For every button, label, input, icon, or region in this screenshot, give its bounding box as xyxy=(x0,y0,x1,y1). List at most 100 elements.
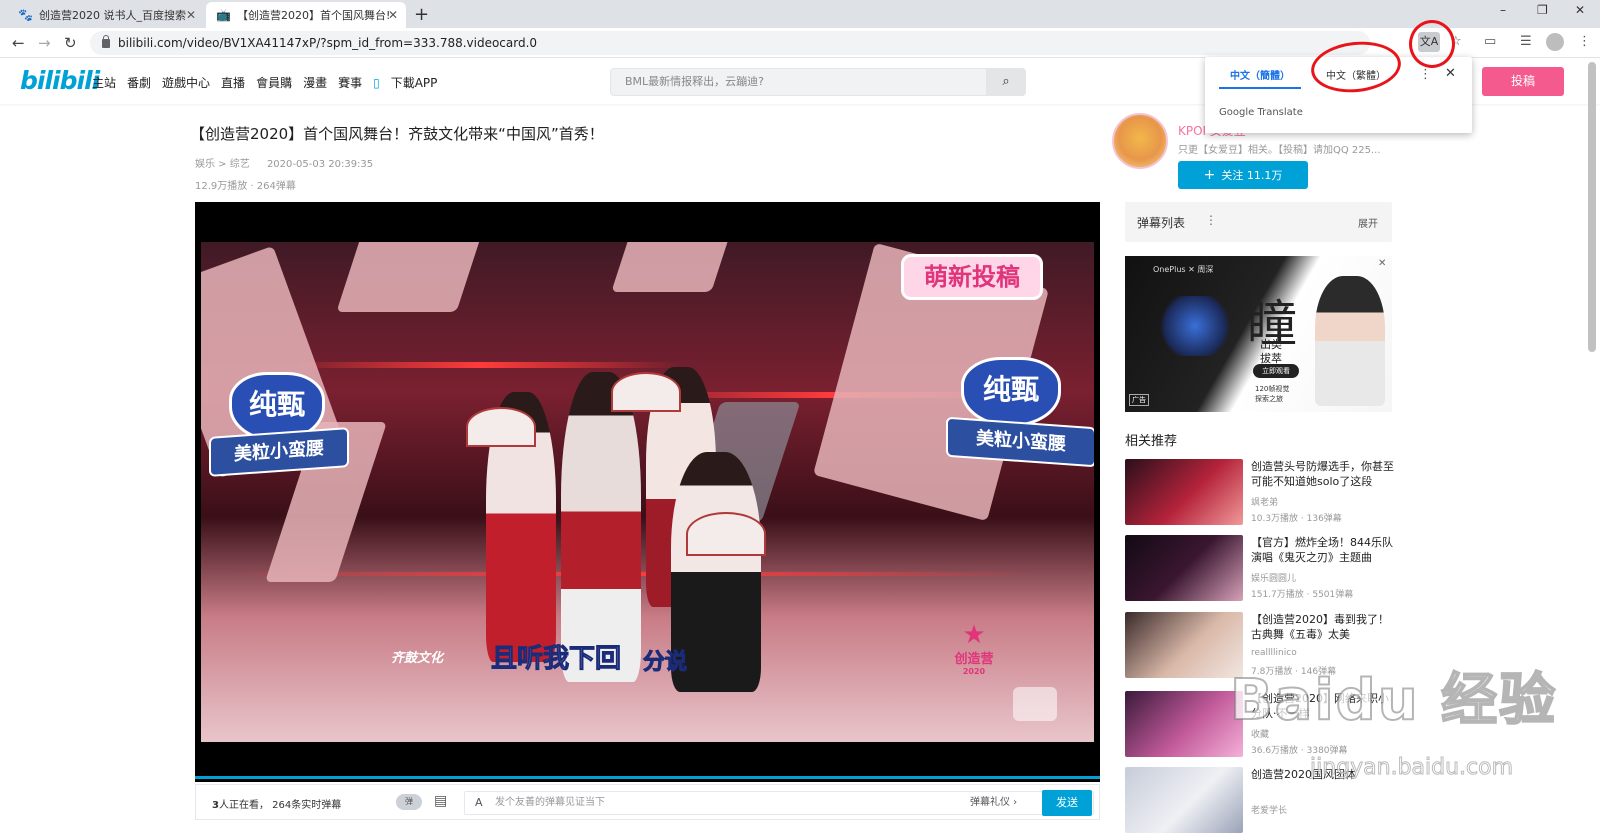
nav-item-live[interactable]: 直播 xyxy=(221,74,245,91)
send-danmaku-button[interactable]: 发送 xyxy=(1042,790,1092,816)
profile-avatar-icon[interactable] xyxy=(1546,33,1564,51)
more-kebab-icon[interactable]: ⋮ xyxy=(1205,213,1217,227)
follow-button[interactable]: + 关注 11.1万 xyxy=(1178,161,1308,189)
new-submission-badge: 萌新投稿 xyxy=(901,254,1043,300)
font-style-icon[interactable]: A xyxy=(475,792,483,814)
viewer-count: 3 xyxy=(212,800,219,811)
bilibili-tv-icon: 📺 xyxy=(216,8,231,22)
video-category[interactable]: 娱乐 > 综艺 xyxy=(195,159,250,170)
show-logo-name: 创造营 xyxy=(954,652,994,667)
danmaku-list-panel[interactable]: 弹幕列表 ⋮ 展开 xyxy=(1125,202,1392,242)
follow-label: 关注 11.1万 xyxy=(1221,169,1283,182)
ad-banner[interactable]: OnePlus ✕ 周深 瞳 出类 拔萃 立即观看 120帧视觉 探索之旅 广告… xyxy=(1125,256,1392,412)
viewer-label: 人正在看， xyxy=(218,800,269,811)
related-video-author[interactable]: 老爱学长 xyxy=(1251,803,1287,816)
danmaku-list-label: 弹幕列表 xyxy=(1137,216,1186,230)
related-video-title[interactable]: 创造营头号防爆选手，你甚至可能不知道她solo了这段 xyxy=(1251,459,1399,489)
paw-icon: 🐾 xyxy=(18,8,33,22)
lang-simplified-tab[interactable]: 中文（簡體） xyxy=(1219,65,1301,89)
back-arrow-icon[interactable]: ← xyxy=(12,34,25,52)
download-app-label: 下載APP xyxy=(390,76,438,90)
forward-arrow-icon[interactable]: → xyxy=(38,34,51,52)
play-icon[interactable] xyxy=(1013,687,1057,721)
related-video-author[interactable]: 飒老弟 xyxy=(1251,495,1278,508)
expand-button[interactable]: 展开 xyxy=(1358,215,1378,230)
reading-list-icon[interactable]: ☰ xyxy=(1520,34,1532,49)
upload-button[interactable]: 投稿 xyxy=(1482,67,1564,96)
ad-footer-1: 120帧视觉 xyxy=(1255,385,1290,393)
nav-item-member[interactable]: 會員購 xyxy=(256,74,292,91)
plus-icon: + xyxy=(1203,167,1216,183)
performer xyxy=(561,372,641,682)
subtitle-text: 且听我下回 xyxy=(490,644,622,675)
related-video-title[interactable]: 【创造营2020】毒到我了！古典舞《五毒》太美 xyxy=(1251,612,1399,642)
page-scrollbar[interactable] xyxy=(1588,62,1596,352)
cast-icon[interactable]: ▭ xyxy=(1484,34,1496,49)
video-stats: 12.9万播放 · 264弹幕 xyxy=(195,181,296,192)
ad-graphic xyxy=(1155,296,1235,356)
danmaku-settings-icon[interactable]: ▤ xyxy=(434,793,447,809)
ad-person xyxy=(1315,276,1385,406)
maximize-button[interactable]: ❐ xyxy=(1537,3,1548,17)
search-icon[interactable]: ⌕ xyxy=(986,68,1026,96)
minimize-button[interactable]: – xyxy=(1500,3,1506,17)
annotation-circle xyxy=(1409,20,1455,68)
nav-item-game[interactable]: 遊戲中心 xyxy=(162,74,210,91)
baidu-watermark: Baidu 经验 xyxy=(1229,667,1558,734)
close-icon[interactable]: ✕ xyxy=(388,8,398,22)
ad-footer-2: 探索之旅 xyxy=(1255,395,1283,403)
danmaku-placeholder: 发个友善的弹幕见证当下 xyxy=(495,797,605,808)
viewer-count-text: 3人正在看， 264条实时弹幕 xyxy=(212,796,341,811)
star-icon: ★ xyxy=(962,620,986,650)
menu-kebab-icon[interactable]: ⋮ xyxy=(1578,34,1591,49)
video-thumbnail[interactable] xyxy=(1125,612,1243,678)
nav-item-main[interactable]: 主站 xyxy=(92,74,116,91)
nav-item-anime[interactable]: 番劇 xyxy=(127,74,151,91)
sponsor-badge-right: 纯甄 xyxy=(961,357,1061,427)
video-player[interactable]: 纯甄 美粒小蛮腰 纯甄 美粒小蛮腰 萌新投稿 齐鼓文化 且听我下回 分说 ★ 创… xyxy=(195,202,1100,782)
video-frame: 纯甄 美粒小蛮腰 纯甄 美粒小蛮腰 萌新投稿 齐鼓文化 且听我下回 分说 ★ 创… xyxy=(201,242,1094,742)
google-translate-brand: Google Translate xyxy=(1219,107,1303,118)
video-thumbnail[interactable] xyxy=(1125,767,1243,833)
stage-light xyxy=(281,362,681,368)
uploader-description: 只更【女爱豆】相关。【投稿】请加QQ 225... xyxy=(1178,145,1381,156)
ad-cta-button[interactable]: 立即观看 xyxy=(1253,364,1299,378)
phone-icon: ▯ xyxy=(373,76,380,90)
close-icon[interactable]: ✕ xyxy=(1445,66,1456,81)
bilibili-logo[interactable]: bilibili xyxy=(20,66,100,95)
danmaku-toggle[interactable]: 弹 xyxy=(396,794,422,810)
search-input[interactable]: BML最新情报释出，云蹦迪? xyxy=(610,68,1025,96)
nav-item-events[interactable]: 賽事 xyxy=(338,74,362,91)
related-video-stats: 151.7万播放 · 5501弹幕 xyxy=(1251,590,1354,600)
close-window-button[interactable]: ✕ xyxy=(1575,3,1585,17)
related-video-item[interactable]: 创造营头号防爆选手，你甚至可能不知道她solo了这段 飒老弟 10.3万播放 ·… xyxy=(1125,459,1400,527)
baidu-watermark-url: jingyan.baidu.com xyxy=(1309,755,1514,781)
new-tab-button[interactable]: + xyxy=(414,4,429,25)
video-date: 2020-05-03 20:39:35 xyxy=(266,159,374,170)
browser-tab-baidu[interactable]: 🐾 创造营2020 说书人_百度搜索 ✕ xyxy=(8,2,204,28)
video-progress-bar[interactable] xyxy=(195,776,1100,779)
related-heading: 相关推荐 xyxy=(1125,434,1178,449)
video-thumbnail[interactable] xyxy=(1125,691,1243,757)
address-bar[interactable]: bilibili.com/video/BV1XA41147xP/?spm_id_… xyxy=(90,31,1370,55)
video-thumbnail[interactable] xyxy=(1125,459,1243,525)
video-thumbnail[interactable] xyxy=(1125,535,1243,601)
close-icon[interactable]: ✕ xyxy=(1378,258,1386,269)
danmaku-etiquette-link[interactable]: 弹幕礼仪 › xyxy=(970,792,1017,814)
nav-item-manga[interactable]: 漫畫 xyxy=(303,74,327,91)
show-logo: ★ 创造营 2020 xyxy=(939,622,1009,676)
close-icon[interactable]: ✕ xyxy=(186,8,196,22)
browser-tab-bilibili[interactable]: 📺 【创造营2020】首个国风舞台! ✕ xyxy=(206,2,406,28)
related-video-stats: 10.3万播放 · 136弹幕 xyxy=(1251,514,1342,524)
uploader-avatar[interactable] xyxy=(1112,113,1168,169)
danmaku-input[interactable]: A 发个友善的弹幕见证当下 弹幕礼仪 › xyxy=(464,791,1094,815)
reload-icon[interactable]: ↻ xyxy=(64,34,77,52)
options-kebab-icon[interactable]: ⋮ xyxy=(1419,67,1432,82)
folding-fan xyxy=(611,372,681,412)
related-video-author[interactable]: 娱乐圆圆儿 xyxy=(1251,571,1296,584)
related-video-item[interactable]: 【官方】燃炸全场！844乐队演唱《鬼灭之刃》主题曲 娱乐圆圆儿 151.7万播放… xyxy=(1125,535,1400,603)
ad-brand: OnePlus ✕ 周深 xyxy=(1153,265,1214,274)
danmaku-send-bar: 3人正在看， 264条实时弹幕 弹 ▤ A 发个友善的弹幕见证当下 弹幕礼仪 ›… xyxy=(195,784,1100,820)
nav-item-download-app[interactable]: ▯ 下載APP xyxy=(373,74,448,91)
related-video-title[interactable]: 【官方】燃炸全场！844乐队演唱《鬼灭之刃》主题曲 xyxy=(1251,535,1399,565)
